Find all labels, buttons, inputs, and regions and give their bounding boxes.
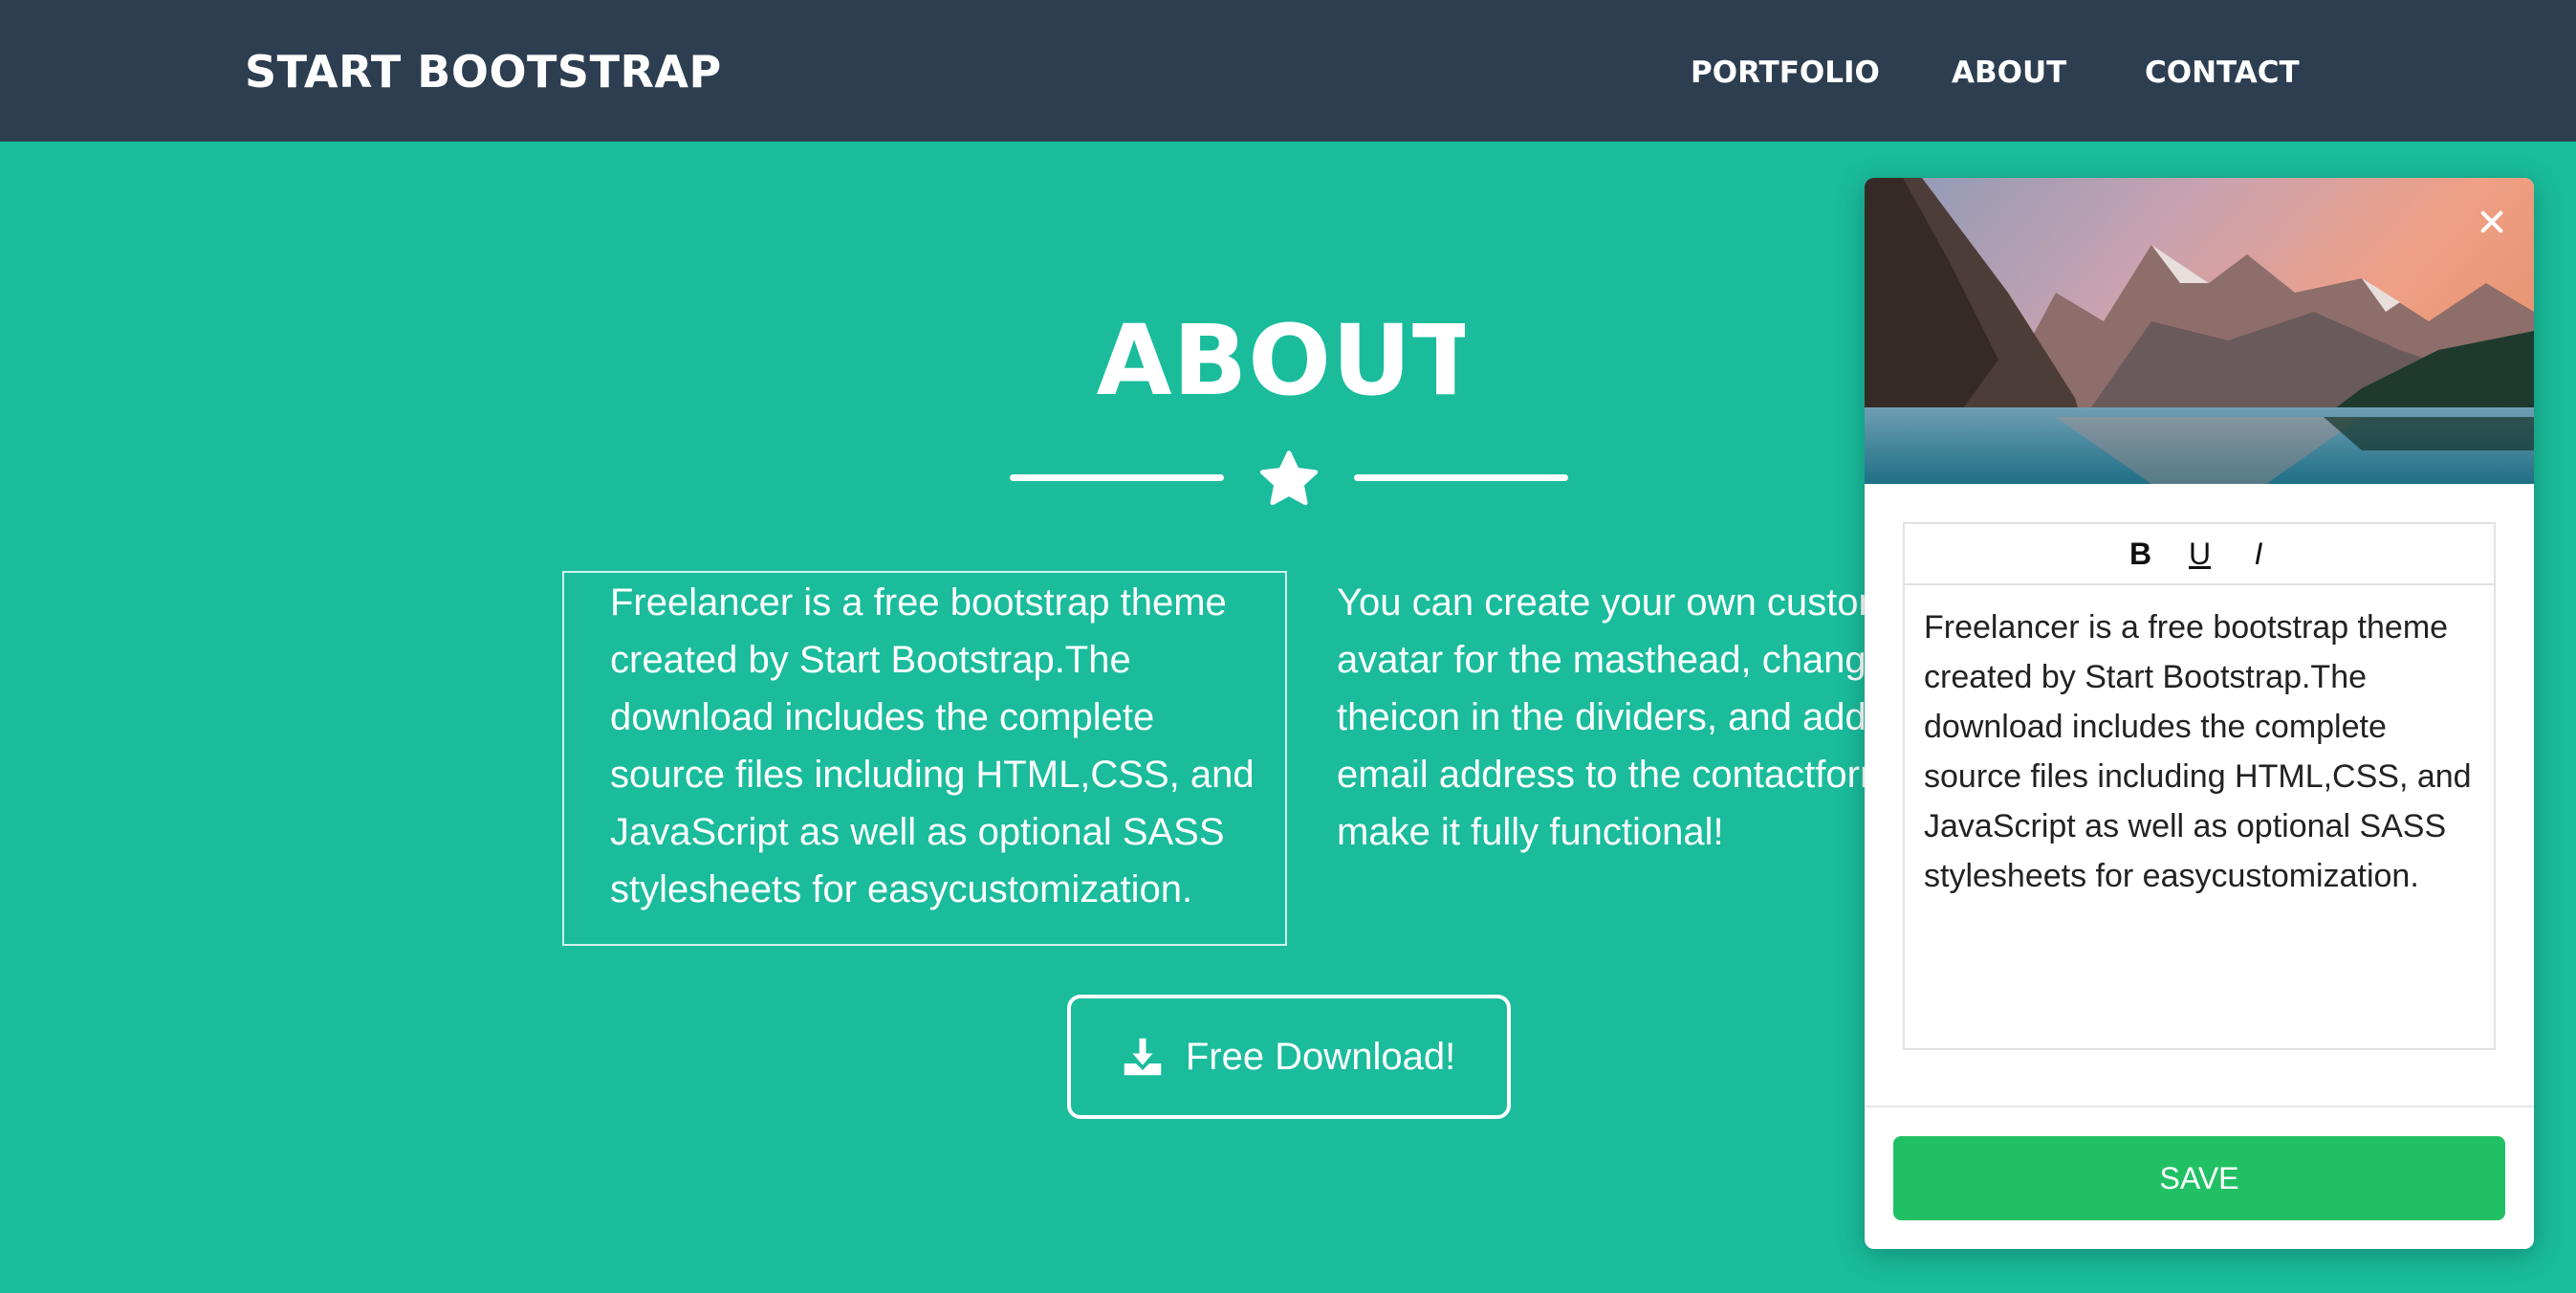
save-button[interactable]: SAVE [1893,1136,2505,1220]
italic-button[interactable]: I [2248,537,2269,572]
rich-text-editor: B U I Freelancer is a free bootstrap the… [1903,522,2496,1050]
editor-content-area[interactable]: Freelancer is a free bootstrap theme cre… [1905,585,2494,918]
divider-line-right [1354,474,1568,481]
editor-toolbar: B U I [1905,524,2494,585]
bold-button[interactable]: B [2129,537,2151,572]
star-icon [1259,450,1319,506]
editor-panel: B U I Freelancer is a free bootstrap the… [1865,178,2534,1249]
close-icon[interactable] [2477,207,2507,237]
download-icon [1124,1038,1162,1076]
panel-divider [1865,1106,2534,1107]
navbar: START BOOTSTRAP PORTFOLIO ABOUT CONTACT [0,0,2576,142]
about-text-left[interactable]: Freelancer is a free bootstrap theme cre… [610,574,1260,918]
mountain-lake-image [1865,178,2534,484]
nav-link-contact[interactable]: CONTACT [2145,55,2300,90]
nav-link-about[interactable]: ABOUT [1952,55,2066,90]
divider-line-left [1010,474,1224,481]
brand-logo[interactable]: START BOOTSTRAP [245,46,722,98]
underline-button[interactable]: U [2189,537,2211,572]
about-text-right: You can create your own custom avatar fo… [1337,581,1872,853]
nav-link-portfolio[interactable]: PORTFOLIO [1691,55,1880,90]
download-label: Free Download! [1185,1035,1456,1078]
free-download-button[interactable]: Free Download! [1067,995,1511,1119]
